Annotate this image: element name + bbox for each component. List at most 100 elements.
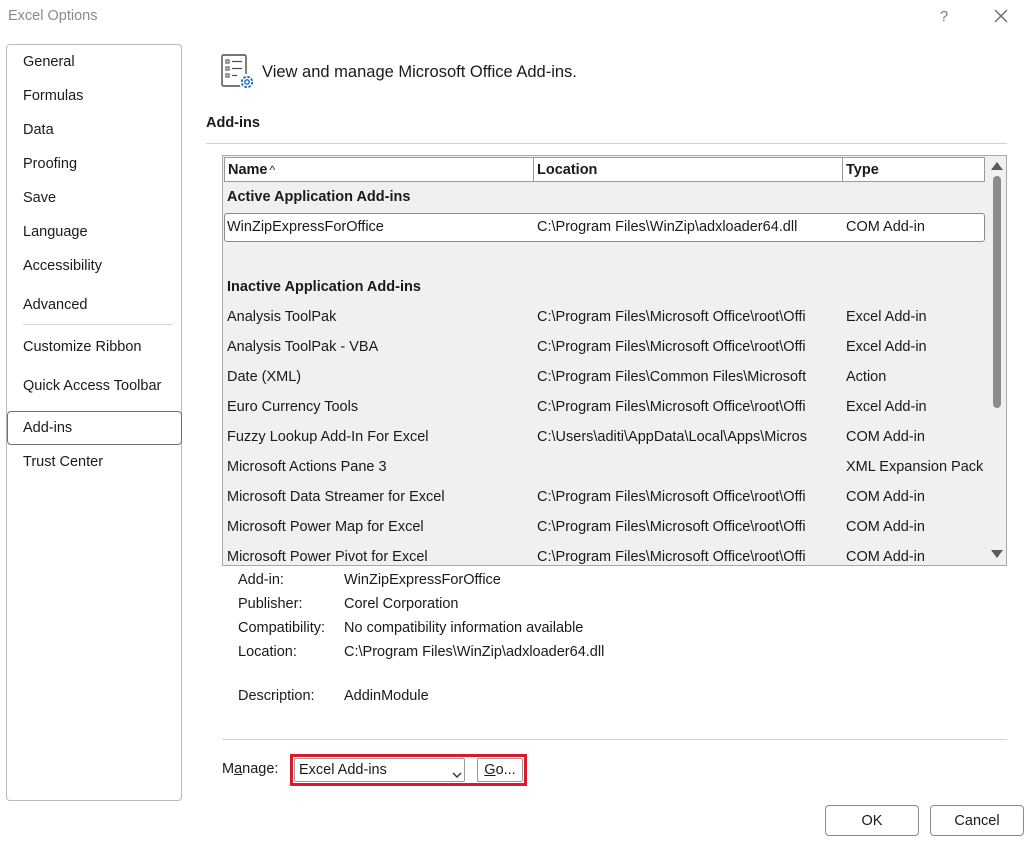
sidebar-nav: General Formulas Data Proofing Save Lang… (6, 44, 182, 801)
add-ins-settings-icon (220, 53, 258, 93)
sort-ascending-icon: ^ (269, 163, 276, 177)
detail-publisher-value: Corel Corporation (344, 596, 459, 612)
cell-type: COM Add-in (846, 549, 925, 565)
cell-location: C:\Program Files\Microsoft Office\root\O… (537, 519, 806, 535)
cell-name: Fuzzy Lookup Add-In For Excel (227, 429, 429, 445)
sidebar-item-general[interactable]: General (23, 54, 75, 70)
sidebar-item-formulas[interactable]: Formulas (23, 88, 83, 104)
sidebar-item-save[interactable]: Save (23, 190, 56, 206)
detail-publisher-label: Publisher: (238, 596, 303, 612)
manage-dropdown-value: Excel Add-ins (299, 762, 387, 778)
table-row[interactable]: Date (XML) C:\Program Files\Common Files… (223, 363, 985, 393)
cell-name: Microsoft Data Streamer for Excel (227, 489, 445, 505)
ok-button[interactable]: OK (825, 805, 919, 836)
manage-label-part: nage: (242, 761, 279, 777)
chevron-down-icon (452, 767, 462, 778)
table-row[interactable]: Microsoft Power Pivot for Excel C:\Progr… (223, 543, 985, 565)
group-title: Inactive Application Add-ins (227, 279, 421, 295)
table-row[interactable]: Microsoft Data Streamer for Excel C:\Pro… (223, 483, 985, 513)
section-divider (206, 143, 1007, 144)
group-header-inactive: Inactive Application Add-ins (223, 273, 985, 303)
cell-name: Microsoft Power Map for Excel (227, 519, 424, 535)
scrollbar-thumb[interactable] (993, 176, 1001, 408)
cell-location: C:\Program Files\WinZip\adxloader64.dll (537, 219, 798, 235)
cell-type: COM Add-in (846, 219, 925, 235)
cell-name: Euro Currency Tools (227, 399, 359, 415)
manage-label-part: M (222, 761, 235, 777)
cell-type: COM Add-in (846, 429, 925, 445)
cell-type: COM Add-in (846, 519, 925, 535)
table-row[interactable]: Microsoft Actions Pane 3 XML Expansion P… (223, 453, 985, 483)
sidebar-item-quick-access-toolbar[interactable]: Quick Access Toolbar (23, 378, 161, 394)
table-row[interactable]: WinZipExpressForOffice C:\Program Files\… (223, 213, 985, 243)
detail-compatibility-value: No compatibility information available (344, 620, 584, 636)
sidebar-item-advanced[interactable]: Advanced (23, 297, 88, 313)
cell-type: COM Add-in (846, 489, 925, 505)
column-header-name[interactable]: Name ^ (224, 157, 534, 182)
group-title: Active Application Add-ins (227, 189, 411, 205)
cell-location: C:\Program Files\Microsoft Office\root\O… (537, 549, 806, 565)
table-row[interactable]: Euro Currency Tools C:\Program Files\Mic… (223, 393, 985, 423)
cell-name: Analysis ToolPak (227, 309, 337, 325)
manage-label: Manage: (222, 761, 278, 777)
scroll-up-arrow-icon[interactable] (990, 160, 1004, 172)
manage-label-access-key: a (234, 761, 243, 777)
cell-location: C:\Program Files\Microsoft Office\root\O… (537, 399, 806, 415)
go-button-label: o... (495, 762, 516, 778)
help-button[interactable]: ? (934, 5, 954, 29)
sidebar-item-data[interactable]: Data (23, 122, 54, 138)
table-row[interactable]: Analysis ToolPak - VBA C:\Program Files\… (223, 333, 985, 363)
cell-name: Microsoft Power Pivot for Excel (227, 549, 428, 565)
detail-description-value: AddinModule (344, 688, 429, 704)
cell-type: XML Expansion Pack (846, 459, 984, 475)
scroll-down-arrow-icon[interactable] (990, 548, 1004, 560)
manage-dropdown[interactable]: Excel Add-ins (294, 758, 465, 782)
cell-location: C:\Program Files\Common Files\Microsoft (537, 369, 807, 385)
column-header-location[interactable]: Location (533, 157, 843, 182)
cell-name: Microsoft Actions Pane 3 (227, 459, 387, 475)
detail-description-label: Description: (238, 688, 315, 704)
section-title: Add-ins (206, 115, 260, 131)
detail-addin-label: Add-in: (238, 572, 284, 588)
add-ins-table[interactable]: Name ^ Location Type Active Application A… (222, 155, 1007, 566)
go-button[interactable]: Go... (477, 758, 523, 782)
cell-location: C:\Program Files\Microsoft Office\root\O… (537, 339, 806, 355)
group-header-active: Active Application Add-ins (223, 183, 985, 213)
cell-name: WinZipExpressForOffice (227, 219, 384, 235)
cell-name: Date (XML) (227, 369, 302, 385)
table-row[interactable]: Microsoft Power Map for Excel C:\Program… (223, 513, 985, 543)
bottom-divider (222, 739, 1007, 740)
sidebar-item-trust-center[interactable]: Trust Center (23, 454, 103, 470)
column-header-label: Type (846, 162, 879, 178)
sidebar-item-add-ins[interactable]: Add-ins (23, 420, 72, 436)
detail-compatibility-label: Compatibility: (238, 620, 326, 636)
sidebar-item-language[interactable]: Language (23, 224, 88, 240)
table-row[interactable]: Fuzzy Lookup Add-In For Excel C:\Users\a… (223, 423, 985, 453)
window-title: Excel Options (8, 8, 98, 24)
cell-type: Excel Add-in (846, 309, 927, 325)
close-button[interactable] (986, 3, 1016, 29)
cell-type: Action (846, 369, 887, 385)
page-header-text: View and manage Microsoft Office Add-ins… (262, 63, 577, 81)
cell-location: C:\Program Files\Microsoft Office\root\O… (537, 309, 806, 325)
cell-name: Analysis ToolPak - VBA (227, 339, 379, 355)
detail-location-value: C:\Program Files\WinZip\adxloader64.dll (344, 644, 605, 660)
title-bar: Excel Options ? (0, 0, 1030, 34)
detail-addin-value: WinZipExpressForOffice (344, 572, 501, 588)
sidebar-item-customize-ribbon[interactable]: Customize Ribbon (23, 339, 141, 355)
cell-type: Excel Add-in (846, 399, 927, 415)
cell-location: C:\Users\aditi\AppData\Local\Apps\Micros (537, 429, 807, 445)
cell-location: C:\Program Files\Microsoft Office\root\O… (537, 489, 806, 505)
sidebar-item-proofing[interactable]: Proofing (23, 156, 77, 172)
column-header-label: Name (228, 162, 268, 178)
column-header-type[interactable]: Type (842, 157, 985, 182)
go-button-access-key: G (484, 762, 496, 778)
table-scrollbar[interactable] (987, 156, 1006, 565)
sidebar-divider (23, 324, 173, 325)
cancel-button[interactable]: Cancel (930, 805, 1024, 836)
table-row[interactable]: Analysis ToolPak C:\Program Files\Micros… (223, 303, 985, 333)
sidebar-item-accessibility[interactable]: Accessibility (23, 258, 102, 274)
cell-type: Excel Add-in (846, 339, 927, 355)
column-header-label: Location (537, 162, 598, 178)
close-icon (994, 9, 1008, 23)
